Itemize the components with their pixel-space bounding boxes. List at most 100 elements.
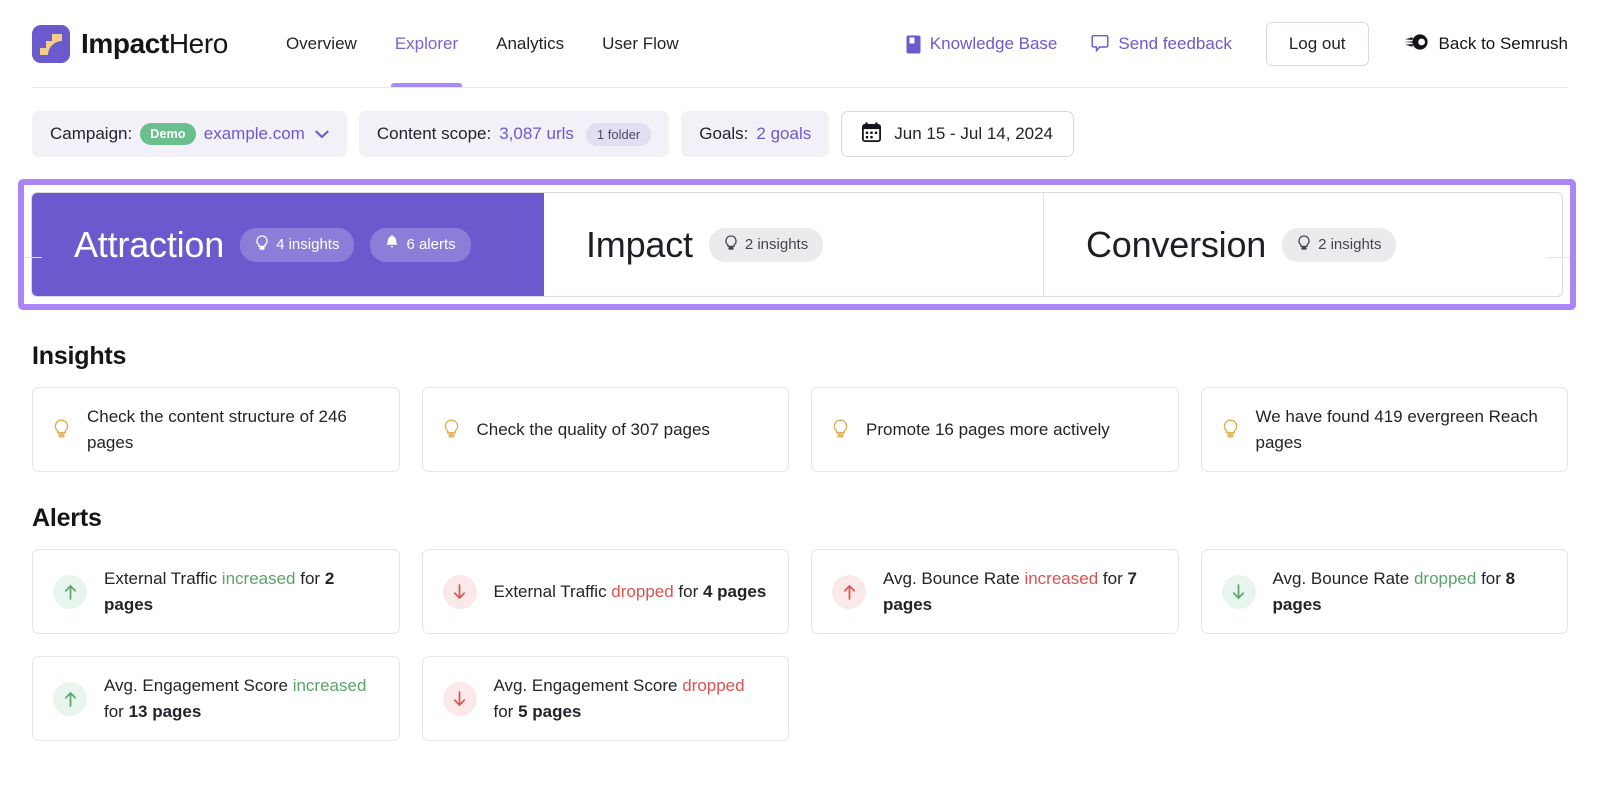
tab-attraction[interactable]: Attraction 4 insights xyxy=(32,193,544,296)
lightbulb-icon xyxy=(832,419,849,440)
insight-card-text: Promote 16 pages more actively xyxy=(866,417,1110,443)
tab-attraction-label: Attraction xyxy=(74,224,224,266)
nav-item-overview[interactable]: Overview xyxy=(286,0,357,88)
back-to-semrush-label: Back to Semrush xyxy=(1439,34,1568,54)
content-scope-selector[interactable]: Content scope: 3,087 urls 1 folder xyxy=(359,111,669,157)
insight-card[interactable]: Check the content structure of 246 pages xyxy=(32,387,400,472)
alert-card[interactable]: Avg. Bounce Rate dropped for 8 pages xyxy=(1201,549,1569,634)
tab-impact[interactable]: Impact 2 insights xyxy=(544,193,1044,296)
lightbulb-icon xyxy=(1297,235,1311,255)
alert-card[interactable]: External Traffic dropped for 4 pages xyxy=(422,549,790,634)
alert-change: dropped xyxy=(611,582,673,601)
goals-value: 2 goals xyxy=(756,124,811,144)
alerts-title: Alerts xyxy=(32,504,1568,533)
tab-impact-label: Impact xyxy=(586,224,693,266)
tabs-left-divider xyxy=(24,257,42,258)
alert-metric: Avg. Bounce Rate xyxy=(1273,569,1414,588)
speech-bubble-icon xyxy=(1091,35,1109,53)
alert-card-text: Avg. Bounce Rate increased for 7 pages xyxy=(883,566,1158,617)
insight-card-text: We have found 419 evergreen Reach pages xyxy=(1256,404,1548,455)
brand-name-bold: Impact xyxy=(81,28,169,59)
campaign-value: example.com xyxy=(204,124,305,144)
goals-label: Goals: xyxy=(699,124,748,144)
funnel-stage-tabs-highlight: Attraction 4 insights xyxy=(18,179,1576,310)
arrow-down-icon xyxy=(443,682,477,716)
alert-metric: Avg. Bounce Rate xyxy=(883,569,1024,588)
lightbulb-icon xyxy=(1222,419,1239,440)
filter-bar: Campaign: Demo example.com Content scope… xyxy=(0,88,1600,157)
lightbulb-icon xyxy=(53,419,70,440)
alert-card[interactable]: Avg. Engagement Score dropped for 5 page… xyxy=(422,656,790,741)
impacthero-logo-icon xyxy=(32,25,70,63)
alert-metric: External Traffic xyxy=(494,582,612,601)
arrow-down-icon xyxy=(443,575,477,609)
alert-middle: for xyxy=(1476,569,1505,588)
campaign-label: Campaign: xyxy=(50,124,132,144)
alert-card-text: Avg. Bounce Rate dropped for 8 pages xyxy=(1273,566,1548,617)
campaign-demo-badge: Demo xyxy=(140,123,196,145)
brand-logo[interactable]: ImpactHero xyxy=(32,25,228,63)
campaign-selector[interactable]: Campaign: Demo example.com xyxy=(32,111,347,157)
alert-change: dropped xyxy=(682,676,744,695)
bell-icon xyxy=(385,235,399,255)
goals-selector[interactable]: Goals: 2 goals xyxy=(681,111,829,157)
alert-middle: for xyxy=(674,582,703,601)
logout-button[interactable]: Log out xyxy=(1266,22,1369,66)
tabs-right-divider xyxy=(1546,257,1570,258)
tab-attraction-alerts-text: 6 alerts xyxy=(406,236,455,253)
tab-attraction-insights-pill: 4 insights xyxy=(240,228,354,262)
alert-count: 13 pages xyxy=(129,702,202,721)
nav-item-user-flow[interactable]: User Flow xyxy=(602,0,679,88)
insight-card[interactable]: Promote 16 pages more actively xyxy=(811,387,1179,472)
nav-item-analytics[interactable]: Analytics xyxy=(496,0,564,88)
alert-change: dropped xyxy=(1414,569,1476,588)
semrush-comet-icon xyxy=(1403,33,1429,56)
insights-title: Insights xyxy=(32,342,1568,371)
insight-card[interactable]: We have found 419 evergreen Reach pages xyxy=(1201,387,1569,472)
calendar-icon xyxy=(862,122,881,147)
alert-middle: for xyxy=(1098,569,1127,588)
tab-conversion-insights-text: 2 insights xyxy=(1318,236,1381,253)
app-header: ImpactHero Overview Explorer Analytics U… xyxy=(0,0,1600,88)
date-range-picker[interactable]: Jun 15 - Jul 14, 2024 xyxy=(841,111,1074,157)
alert-card[interactable]: External Traffic increased for 2 pages xyxy=(32,549,400,634)
insights-card-grid: Check the content structure of 246 pages… xyxy=(32,387,1568,472)
alert-card-text: External Traffic dropped for 4 pages xyxy=(494,579,767,605)
send-feedback-link[interactable]: Send feedback xyxy=(1091,34,1231,54)
alert-count: 4 pages xyxy=(703,582,766,601)
alert-metric: External Traffic xyxy=(104,569,222,588)
alert-change: increased xyxy=(222,569,296,588)
chevron-down-icon[interactable] xyxy=(315,130,329,139)
alert-card-text: External Traffic increased for 2 pages xyxy=(104,566,379,617)
alert-metric: Avg. Engagement Score xyxy=(104,676,293,695)
nav-item-explorer[interactable]: Explorer xyxy=(395,0,458,88)
insight-card[interactable]: Check the quality of 307 pages xyxy=(422,387,790,472)
alert-middle: for xyxy=(296,569,325,588)
back-to-semrush-link[interactable]: Back to Semrush xyxy=(1403,33,1568,56)
alert-middle: for xyxy=(104,702,129,721)
insights-section: Insights Check the content structure of … xyxy=(0,342,1600,472)
header-bottom-divider xyxy=(32,87,1568,88)
tab-conversion[interactable]: Conversion 2 insights xyxy=(1044,193,1562,296)
alerts-section: Alerts External Traffic increased for 2 … xyxy=(0,504,1600,741)
tab-attraction-insights-text: 4 insights xyxy=(276,236,339,253)
alert-middle: for xyxy=(494,702,519,721)
arrow-up-icon xyxy=(832,575,866,609)
tab-conversion-insights-pill: 2 insights xyxy=(1282,228,1396,262)
lightbulb-icon xyxy=(443,419,460,440)
date-range-value: Jun 15 - Jul 14, 2024 xyxy=(894,124,1053,144)
alert-card[interactable]: Avg. Engagement Score increased for 13 p… xyxy=(32,656,400,741)
alert-card[interactable]: Avg. Bounce Rate increased for 7 pages xyxy=(811,549,1179,634)
arrow-up-icon xyxy=(53,682,87,716)
alert-count: 5 pages xyxy=(518,702,581,721)
lightbulb-icon xyxy=(724,235,738,255)
knowledge-base-link[interactable]: Knowledge Base xyxy=(906,34,1058,54)
insight-card-text: Check the quality of 307 pages xyxy=(477,417,710,443)
send-feedback-label: Send feedback xyxy=(1118,34,1231,54)
insight-card-text: Check the content structure of 246 pages xyxy=(87,404,379,455)
lightbulb-icon xyxy=(255,235,269,255)
tab-impact-insights-pill: 2 insights xyxy=(709,228,823,262)
content-scope-folder-badge: 1 folder xyxy=(586,123,651,146)
alert-metric: Avg. Engagement Score xyxy=(494,676,683,695)
alert-card-text: Avg. Engagement Score dropped for 5 page… xyxy=(494,673,769,724)
